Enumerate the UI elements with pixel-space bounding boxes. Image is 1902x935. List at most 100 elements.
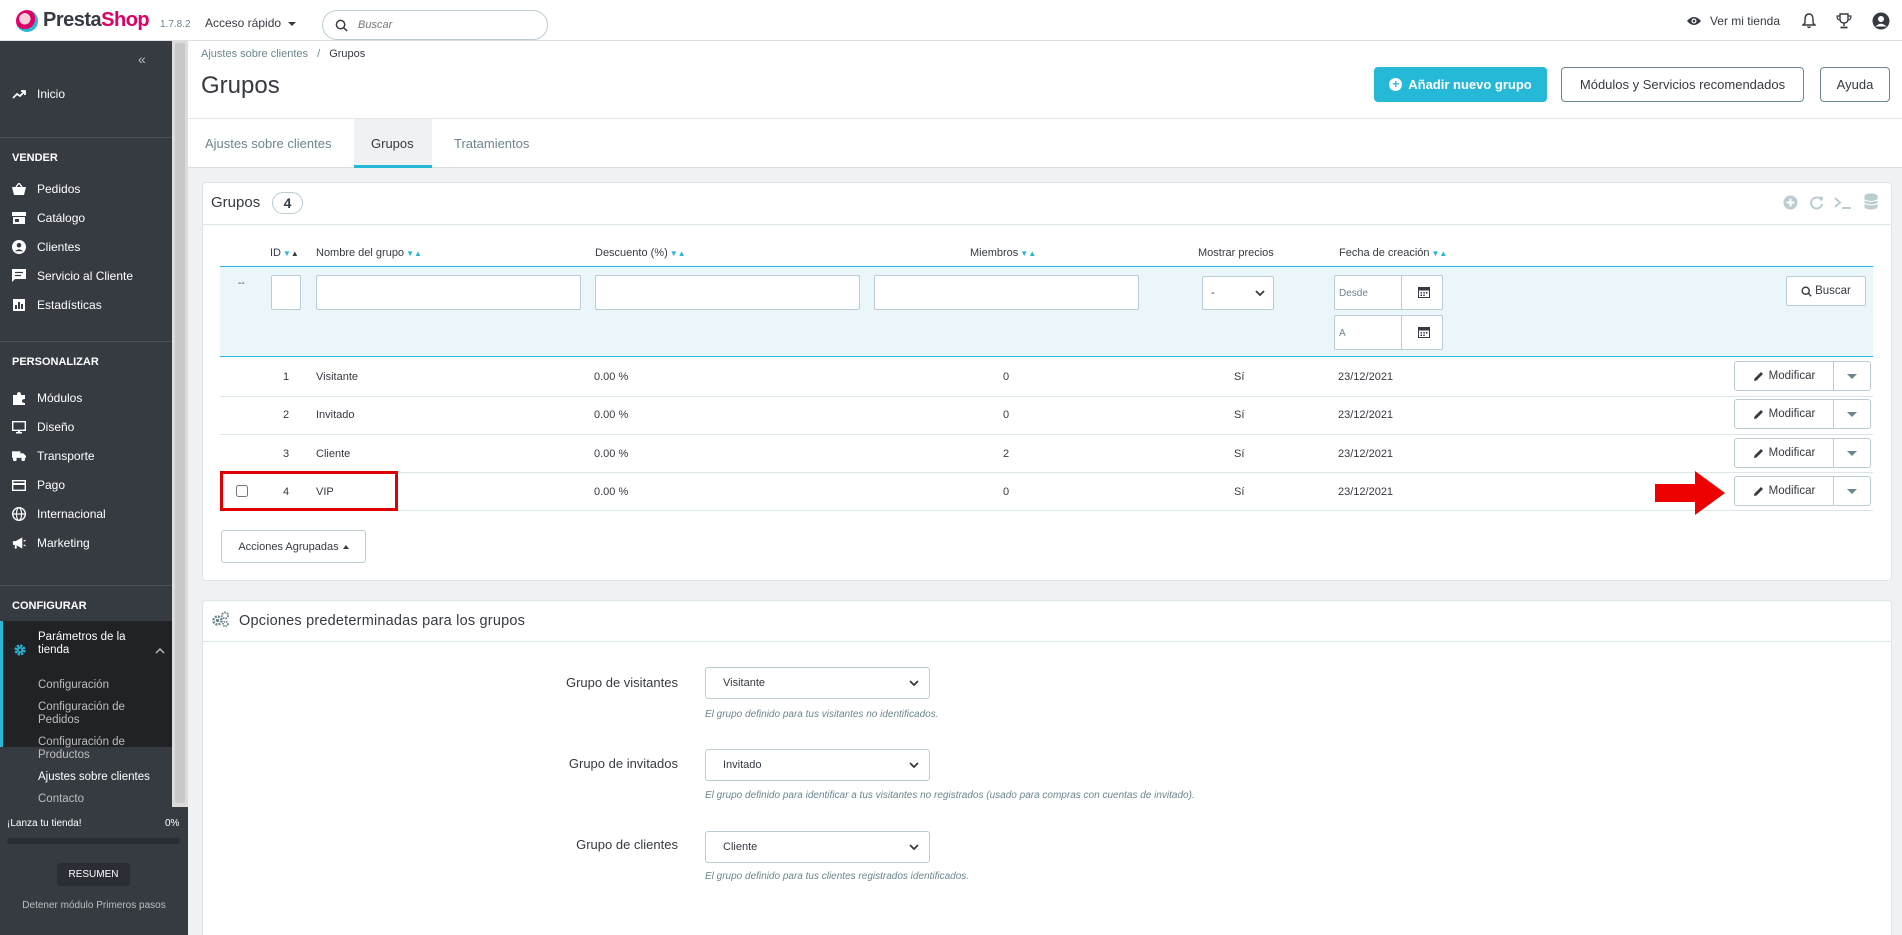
chevron-down-icon (909, 844, 919, 850)
sub-item-settings[interactable]: Configuración (38, 679, 109, 692)
filter-search-button[interactable]: Buscar (1786, 276, 1866, 306)
page-title: Grupos (201, 72, 280, 99)
sidebar-item-customer-service[interactable]: Servicio al Cliente (12, 269, 133, 283)
row-actions-dropdown[interactable] (1834, 361, 1871, 391)
search-input[interactable] (358, 19, 528, 31)
prestashop-logo[interactable]: PrestaShop (16, 9, 150, 32)
pencil-icon (1753, 486, 1763, 496)
desktop-icon (12, 420, 26, 434)
modify-button[interactable]: Modificar (1734, 476, 1834, 506)
add-group-button[interactable]: + Añadir nuevo grupo (1374, 67, 1547, 102)
sidebar-item-modules[interactable]: Módulos (12, 391, 82, 405)
pencil-icon (1753, 448, 1763, 458)
database-icon[interactable] (1864, 193, 1878, 210)
refresh-icon[interactable] (1809, 195, 1824, 210)
modify-button[interactable]: Modificar (1734, 399, 1834, 429)
caret-up-icon (342, 544, 349, 549)
tab-titles[interactable]: Tratamientos (437, 119, 546, 168)
caret-down-icon (1847, 373, 1857, 379)
filter-name-input[interactable] (316, 275, 581, 310)
filter-id-input[interactable] (271, 275, 301, 310)
sort-icon[interactable]: ▲ (291, 249, 299, 258)
visitors-group-select[interactable]: Visitante (705, 667, 930, 699)
sidebar-item-orders[interactable]: Pedidos (12, 182, 80, 196)
breadcrumb-parent[interactable]: Ajustes sobre clientes (201, 48, 308, 60)
user-account-icon[interactable] (1872, 12, 1890, 30)
column-header-discount[interactable]: Descuento (%) ▼▲ (595, 247, 686, 259)
sidebar-item-dashboard[interactable]: Inicio (12, 87, 65, 101)
shopping-basket-icon (12, 182, 26, 196)
tab-bar: Ajustes sobre clientes Grupos Tratamient… (188, 118, 1902, 168)
recommended-modules-button[interactable]: Módulos y Servicios recomendados (1561, 67, 1804, 102)
column-header-date[interactable]: Fecha de creación ▼▲ (1339, 247, 1447, 259)
sort-icon[interactable]: ▼ (283, 249, 291, 258)
quick-access-dropdown[interactable]: Acceso rápido (205, 16, 297, 30)
search-icon (335, 19, 348, 32)
store-icon (12, 211, 26, 225)
bulk-actions-button[interactable]: Acciones Agrupadas (221, 530, 366, 563)
chevron-down-icon (909, 762, 919, 768)
calendar-icon[interactable] (1418, 286, 1430, 298)
terminal-icon[interactable] (1834, 195, 1852, 210)
row-actions-dropdown[interactable] (1834, 438, 1871, 468)
resume-button[interactable]: RESUMEN (57, 863, 130, 886)
sidebar-item-stats[interactable]: Estadísticas (12, 298, 102, 312)
section-sell: VENDER (12, 152, 58, 164)
tab-groups[interactable]: Grupos (354, 119, 432, 168)
column-header-id[interactable]: ID ▼▲ (270, 247, 299, 259)
sidebar-item-catalog[interactable]: Catálogo (12, 211, 85, 225)
column-header-members[interactable]: Miembros ▼▲ (970, 247, 1036, 259)
filter-discount-input[interactable] (595, 275, 860, 310)
sort-icon[interactable]: ▼▲ (406, 249, 422, 258)
caret-down-icon (1847, 411, 1857, 417)
sub-item-order-settings[interactable]: Configuración de Pedidos (38, 701, 125, 727)
sidebar: « Inicio VENDER Pedidos Catálogo Cliente… (0, 41, 172, 807)
view-shop-link[interactable]: Ver mi tienda (1686, 14, 1780, 28)
stop-onboarding-link[interactable]: Detener módulo Primeros pasos (0, 900, 188, 911)
bell-icon[interactable] (1802, 13, 1816, 29)
guests-group-label: Grupo de invitados (568, 756, 678, 771)
tab-customer-settings[interactable]: Ajustes sobre clientes (188, 119, 348, 168)
search-bar[interactable] (322, 10, 548, 40)
sidebar-item-payment[interactable]: Pago (12, 478, 65, 492)
modify-button[interactable]: Modificar (1734, 361, 1834, 391)
sub-item-customer-settings[interactable]: Ajustes sobre clientes (38, 771, 150, 784)
row-actions-dropdown[interactable] (1834, 476, 1871, 506)
filter-date-from[interactable]: Desde (1334, 275, 1443, 310)
sort-icon[interactable]: ▼▲ (1432, 249, 1448, 258)
collapse-sidebar-icon[interactable]: « (138, 51, 146, 67)
sub-item-product-settings[interactable]: Configuración de Productos (38, 736, 125, 762)
filter-members-input[interactable] (874, 275, 1139, 310)
guests-group-help: El grupo definido para identificar a tus… (705, 790, 1195, 801)
sub-item-contact[interactable]: Contacto (38, 793, 84, 806)
sidebar-item-customers[interactable]: Clientes (12, 240, 80, 254)
gear-icon (13, 643, 27, 660)
sidebar-item-shipping[interactable]: Transporte (12, 449, 95, 463)
trophy-icon[interactable] (1836, 13, 1852, 29)
sort-icon[interactable]: ▼▲ (1020, 249, 1036, 258)
column-header-name[interactable]: Nombre del grupo ▼▲ (316, 247, 422, 259)
logo-icon (16, 9, 38, 32)
add-circle-icon[interactable] (1783, 195, 1798, 210)
sidebar-item-design[interactable]: Diseño (12, 420, 74, 434)
help-button[interactable]: Ayuda (1820, 67, 1890, 102)
chevron-down-icon (909, 680, 919, 686)
section-configure: CONFIGURAR (12, 600, 87, 612)
calendar-icon[interactable] (1418, 326, 1430, 338)
modify-button[interactable]: Modificar (1734, 438, 1834, 468)
sidebar-scrollbar[interactable] (172, 41, 188, 807)
sort-icon[interactable]: ▼▲ (670, 249, 686, 258)
groups-panel-title: Grupos (211, 194, 261, 211)
customers-group-select[interactable]: Cliente (705, 831, 930, 863)
top-bar: PrestaShop 1.7.8.2 Acceso rápido Ver mi … (0, 0, 1902, 41)
trending-up-icon (12, 87, 26, 101)
sidebar-item-marketing[interactable]: Marketing (12, 536, 90, 550)
pencil-icon (1753, 371, 1763, 381)
guests-group-select[interactable]: Invitado (705, 749, 930, 781)
filter-date-to[interactable]: A (1334, 315, 1443, 350)
filter-show-prices-select[interactable]: - (1202, 276, 1274, 310)
sidebar-item-international[interactable]: Internacional (12, 507, 106, 521)
customers-group-help: El grupo definido para tus clientes regi… (705, 871, 970, 882)
credit-card-icon (12, 478, 26, 492)
row-actions-dropdown[interactable] (1834, 399, 1871, 429)
